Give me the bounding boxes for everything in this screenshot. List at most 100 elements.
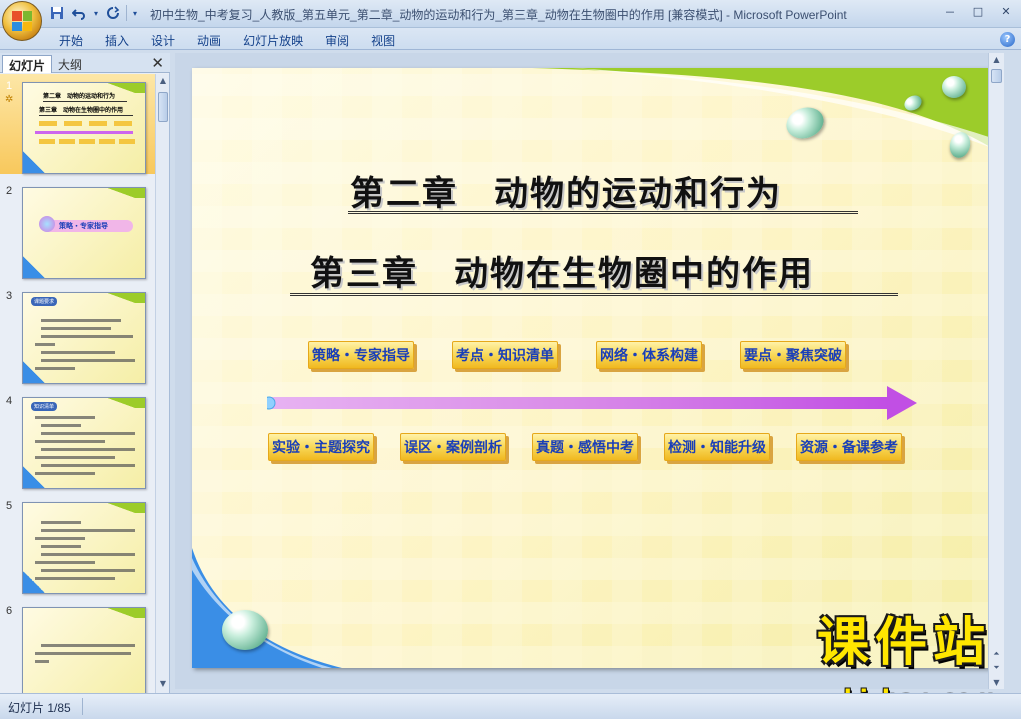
mini-text-line [41, 432, 135, 435]
mini-text-line [41, 351, 115, 354]
scroll-up-icon[interactable]: ▲ [158, 76, 168, 88]
tab-view[interactable]: 视图 [360, 30, 406, 49]
toolbar-separator [126, 5, 127, 21]
slide-scrollbar[interactable]: ▲ ⏶ ⏷ ▼ [988, 53, 1004, 689]
office-logo-icon [12, 11, 32, 31]
minimize-button[interactable]: － [939, 3, 961, 20]
thumbnail-image: 知识清单 [22, 397, 146, 489]
thumbnail-number: 1 [6, 80, 13, 92]
thumbnail-number: 5 [6, 500, 13, 512]
mini-text-line [35, 537, 85, 540]
panel-close-icon[interactable]: ✕ [151, 54, 164, 72]
tab-outline[interactable]: 大纲 [52, 55, 88, 73]
thumbnail-slide-4[interactable]: 4 知识清单 [0, 389, 155, 489]
quick-access-toolbar: ▾ ▾ [48, 4, 139, 22]
close-button[interactable]: ✕ [995, 3, 1017, 20]
thumbnail-image: 课题要求 [22, 292, 146, 384]
slide-canvas[interactable]: 第二章 动物的运动和行为 第三章 动物在生物圈中的作用 策略・专家指导 考点・知… [192, 68, 992, 668]
mini-text-line [41, 424, 81, 427]
tab-home[interactable]: 开始 [48, 30, 94, 49]
mini-text-line [35, 416, 95, 419]
mini-text-line [35, 577, 115, 580]
link-button-network[interactable]: 网络・体系构建 [596, 341, 702, 369]
scroll-down-icon[interactable]: ▼ [158, 679, 168, 691]
mini-green-swoosh [105, 293, 145, 303]
link-button-experiment[interactable]: 实验・主题探究 [268, 433, 374, 461]
thumb-label: 知识清单 [31, 402, 58, 411]
scrollbar-thumb[interactable] [991, 69, 1002, 83]
tab-review[interactable]: 审阅 [314, 30, 360, 49]
thumbnail-image: 策略・专家指导 [22, 187, 146, 279]
undo-dropdown-icon[interactable]: ▾ [92, 4, 100, 22]
mini-text-line [41, 448, 135, 451]
watermark-logo: 课件站 [816, 613, 991, 673]
link-button-test[interactable]: 检测・知能升级 [664, 433, 770, 461]
thumbnail-number: 3 [6, 290, 13, 302]
mini-text-line [41, 545, 81, 548]
thumbnail-scrollbar[interactable]: ▲ ▼ [155, 74, 169, 693]
mini-underline [39, 115, 133, 116]
green-swoosh-decoration [532, 68, 992, 148]
mini-text-line [41, 569, 135, 572]
mini-text-line [35, 440, 105, 443]
mini-globe-icon [39, 216, 55, 232]
tab-animations[interactable]: 动画 [186, 30, 232, 49]
mini-text-line [35, 456, 115, 459]
thumbnail-image [22, 607, 146, 693]
thumbnail-slide-5[interactable]: 5 [0, 494, 155, 594]
mini-text-line [41, 464, 135, 467]
help-icon[interactable]: ? [1000, 32, 1015, 47]
mini-green-swoosh [105, 398, 145, 408]
save-icon[interactable] [48, 4, 66, 22]
water-drop-icon [222, 610, 268, 650]
office-button[interactable] [2, 1, 42, 41]
slide-counter: 幻灯片 1/85 [8, 701, 71, 715]
slide-heading-1[interactable]: 第二章 动物的运动和行为 [350, 166, 782, 215]
mini-text-line [35, 472, 95, 475]
thumbnail-slide-2[interactable]: 2 策略・专家指导 [0, 179, 155, 279]
mini-blue-corner [23, 571, 45, 593]
mini-arrow [35, 131, 133, 134]
slide-editing-area: 第二章 动物的运动和行为 第三章 动物在生物圈中的作用 策略・专家指导 考点・知… [175, 53, 1004, 689]
mini-text-line [35, 561, 95, 564]
mini-green-swoosh [105, 503, 145, 513]
mini-buttons-row2 [39, 139, 135, 144]
tab-slideshow[interactable]: 幻灯片放映 [232, 30, 314, 49]
mini-underline [43, 101, 127, 102]
next-slide-icon[interactable]: ⏷ [991, 663, 1002, 673]
mini-text-line [35, 343, 55, 346]
link-button-resources[interactable]: 资源・备课参考 [796, 433, 902, 461]
thumb-label: 课题要求 [31, 297, 58, 306]
thumbnail-slide-1[interactable]: 1 ✲ 第二章 动物的运动和行为 第三章 动物在生物圈中的作用 [0, 74, 155, 174]
mini-text-line [41, 521, 81, 524]
link-button-key-points[interactable]: 要点・聚焦突破 [740, 341, 846, 369]
maximize-button[interactable]: □ [967, 3, 989, 20]
tab-slides[interactable]: 幻灯片 [2, 55, 53, 73]
link-button-misconception[interactable]: 误区・案例剖析 [400, 433, 506, 461]
link-button-exam-points[interactable]: 考点・知识清单 [452, 341, 558, 369]
ribbon: 开始 插入 设计 动画 幻灯片放映 审阅 视图 ? [0, 28, 1021, 50]
tab-insert[interactable]: 插入 [94, 30, 140, 49]
thumb-title-1: 第二章 动物的运动和行为 [43, 93, 116, 100]
mini-green-swoosh [105, 188, 145, 198]
customize-toolbar-icon[interactable]: ▾ [131, 4, 139, 22]
scrollbar-thumb[interactable] [158, 92, 168, 122]
window-title: 初中生物_中考复习_人教版_第五单元_第二章_动物的运动和行为_第三章_动物在生… [150, 8, 847, 22]
link-button-real-exam[interactable]: 真题・感悟中考 [532, 433, 638, 461]
slide-heading-2[interactable]: 第三章 动物在生物圈中的作用 [310, 246, 814, 295]
scroll-up-icon[interactable]: ▲ [991, 55, 1002, 64]
undo-icon[interactable] [70, 4, 88, 22]
thumbnail-slide-3[interactable]: 3 课题要求 [0, 284, 155, 384]
thumb-label: 策略・专家指导 [59, 222, 108, 230]
previous-slide-icon[interactable]: ⏶ [991, 649, 1002, 659]
thumbnail-slide-6[interactable]: 6 [0, 599, 155, 693]
status-separator [82, 698, 83, 715]
mini-buttons-row1 [39, 121, 135, 126]
mini-blue-corner [23, 361, 45, 383]
ribbon-tabs: 开始 插入 设计 动画 幻灯片放映 审阅 视图 [48, 30, 406, 49]
redo-icon[interactable] [104, 4, 122, 22]
link-button-strategy[interactable]: 策略・专家指导 [308, 341, 414, 369]
tab-design[interactable]: 设计 [140, 30, 186, 49]
mini-text-line [41, 529, 135, 532]
mini-text-line [41, 553, 135, 556]
